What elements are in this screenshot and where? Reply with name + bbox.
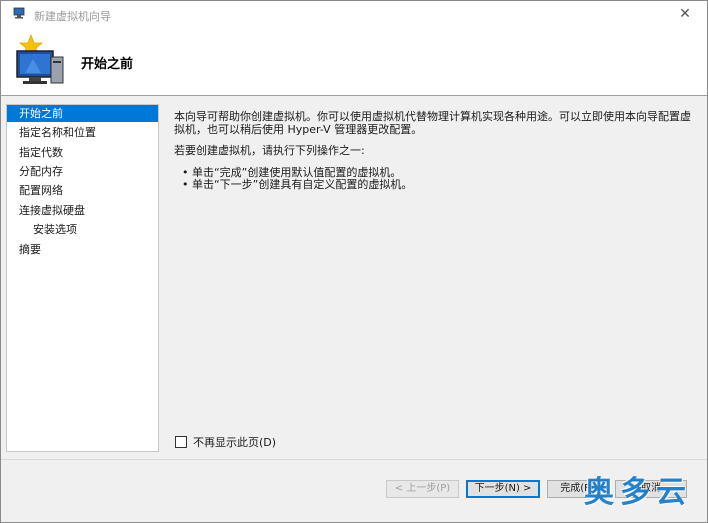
new-vm-icon	[16, 33, 64, 84]
next-button[interactable]: 下一步(N) >	[466, 480, 540, 498]
intro-text: 本向导可帮助你创建虚拟机。你可以使用虚拟机代替物理计算机实现各种用途。可以立即使…	[174, 110, 691, 136]
dont-show-again-checkbox[interactable]	[175, 436, 187, 448]
list-item: • 单击“下一步”创建具有自定义配置的虚拟机。	[182, 178, 413, 191]
title-bar: 新建虚拟机向导 ✕	[1, 1, 707, 27]
hyperv-app-icon	[13, 7, 25, 19]
instruction-text: 若要创建虚拟机，请执行下列操作之一:	[174, 144, 365, 157]
nav-item-install-options[interactable]: 安装选项	[7, 221, 158, 238]
nav-item-networking[interactable]: 配置网络	[7, 182, 158, 199]
wizard-header: 开始之前	[1, 27, 707, 96]
close-button[interactable]: ✕	[671, 3, 699, 25]
window-title: 新建虚拟机向导	[34, 10, 111, 23]
close-icon: ✕	[679, 6, 691, 22]
dont-show-again-row[interactable]: 不再显示此页(D)	[175, 434, 276, 450]
nav-item-virtual-disk[interactable]: 连接虚拟硬盘	[7, 202, 158, 219]
nav-item-memory[interactable]: 分配内存	[7, 163, 158, 180]
nav-item-name-location[interactable]: 指定名称和位置	[7, 124, 158, 141]
content-pane: 本向导可帮助你创建虚拟机。你可以使用虚拟机代替物理计算机实现各种用途。可以立即使…	[159, 104, 698, 450]
footer-divider	[1, 459, 707, 460]
nav-item-summary[interactable]: 摘要	[7, 241, 158, 258]
previous-button[interactable]: < 上一步(P)	[386, 480, 459, 498]
watermark-logo: 奥多云	[584, 475, 692, 510]
options-list: • 单击“完成”创建使用默认值配置的虚拟机。 • 单击“下一步”创建具有自定义配…	[182, 167, 412, 191]
nav-item-generation[interactable]: 指定代数	[7, 144, 158, 161]
nav-item-before-you-begin[interactable]: 开始之前	[7, 105, 158, 122]
wizard-steps-nav: 开始之前 指定名称和位置 指定代数 分配内存 配置网络 连接虚拟硬盘 安装选项 …	[6, 104, 159, 452]
page-title: 开始之前	[81, 57, 134, 72]
wizard-window: 新建虚拟机向导 ✕ 开始之前 开始之前 指定名称和位置 指定代数 分配内存 配置…	[0, 0, 708, 523]
dont-show-again-label: 不再显示此页(D)	[193, 436, 277, 449]
